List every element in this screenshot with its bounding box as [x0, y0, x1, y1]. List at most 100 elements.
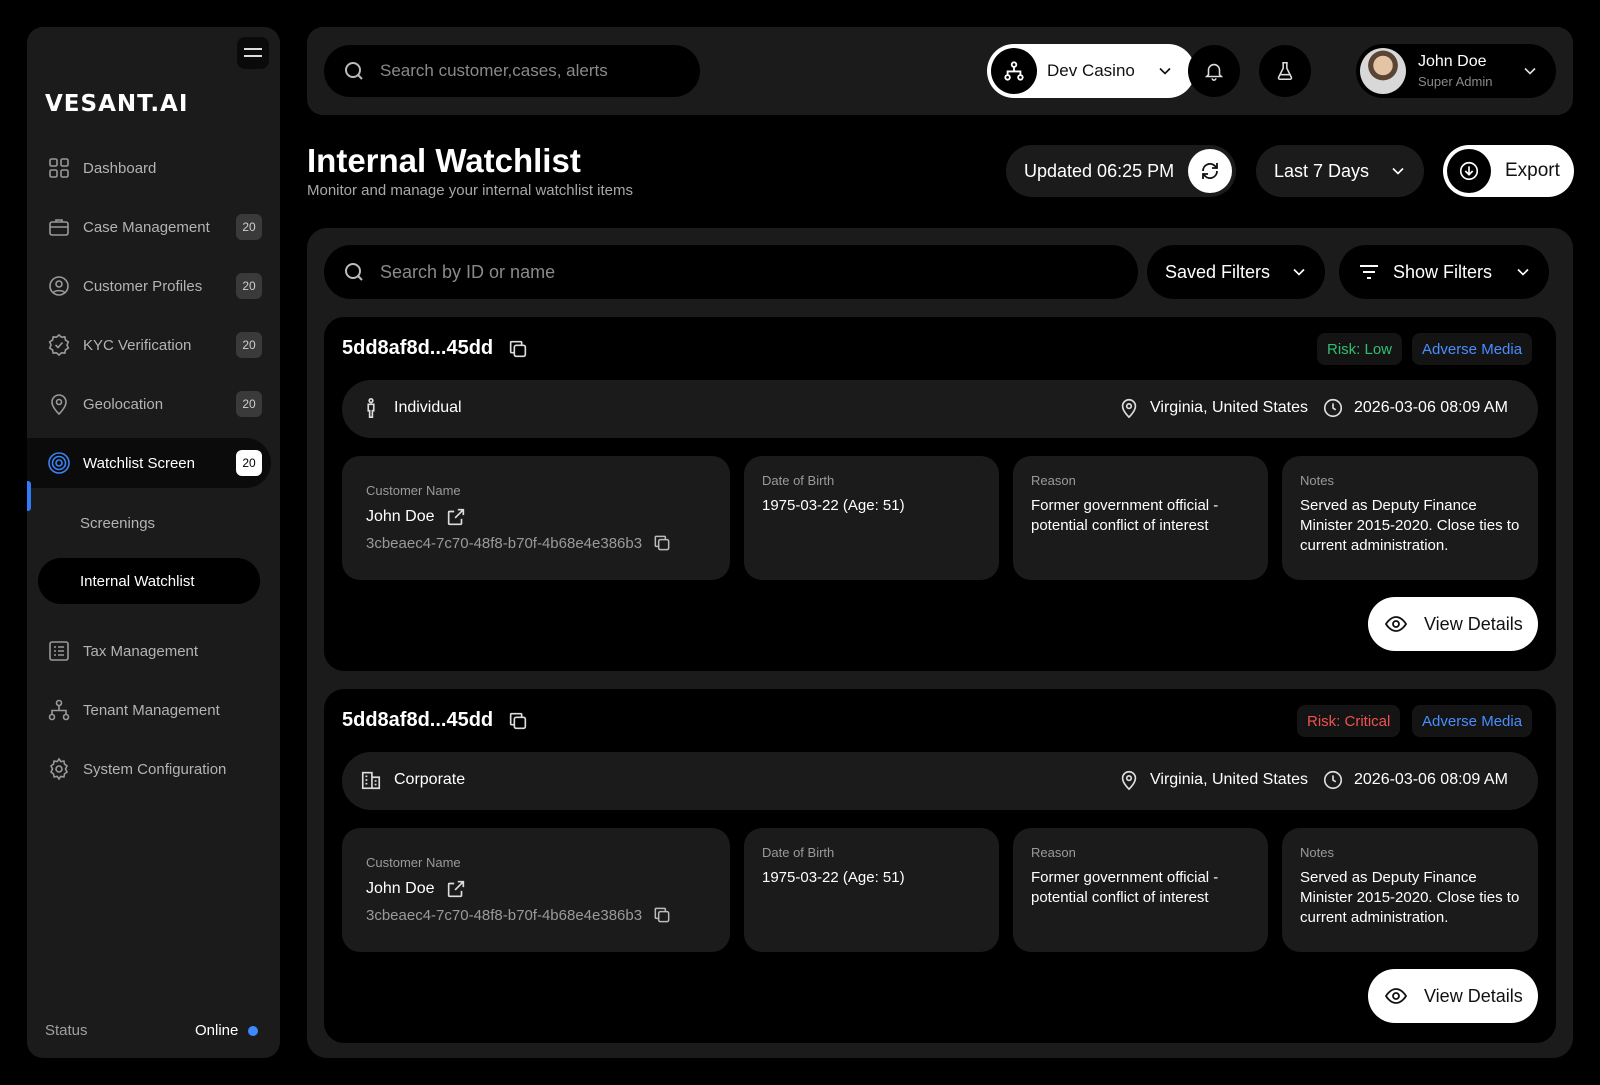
view-details-button[interactable]: View Details — [1368, 597, 1538, 651]
sidebar: VESANT.AI Dashboard Case Management 20 C… — [27, 27, 280, 1058]
customer-name-label: Customer Name — [366, 483, 461, 498]
copy-icon[interactable] — [507, 710, 529, 732]
sidebar-item-customer-profiles[interactable]: Customer Profiles 20 — [27, 261, 280, 311]
sidebar-item-dashboard[interactable]: Dashboard — [27, 143, 280, 193]
sidebar-item-tenant-management[interactable]: Tenant Management — [27, 685, 280, 735]
tenant-name: Dev Casino — [1047, 61, 1135, 80]
external-link-icon[interactable] — [445, 878, 467, 900]
target-icon — [48, 452, 70, 474]
lab-button[interactable] — [1259, 45, 1311, 97]
chevron-down-icon — [1159, 67, 1171, 75]
count-badge: 20 — [236, 273, 262, 299]
watchlist-panel: Search by ID or name Saved Filters Show … — [307, 228, 1573, 1058]
hierarchy-icon — [48, 699, 70, 721]
filter-icon — [1360, 265, 1378, 279]
entry-type: Individual — [360, 397, 462, 419]
user-menu[interactable]: John Doe Super Admin — [1356, 44, 1556, 98]
period-value: Last 7 Days — [1274, 160, 1370, 181]
entry-datetime: 2026-03-06 08:09 AM — [1322, 397, 1508, 419]
customer-name: John Doe — [366, 508, 435, 525]
search-icon — [345, 62, 363, 80]
watchlist-search-input[interactable]: Search by ID or name — [324, 245, 1138, 299]
customer-id-row: 3cbeaec4-7c70-48f8-b70f-4b68e4e386b3 — [366, 905, 672, 925]
gear-icon — [49, 757, 69, 781]
top-bar: Search customer,cases, alerts Dev Casino… — [307, 27, 1573, 115]
count-badge: 20 — [236, 332, 262, 358]
entry-id-text: 5dd8af8d...45dd — [342, 337, 494, 359]
user-name: John Doe — [1418, 53, 1487, 70]
entry-location: Virginia, United States — [1118, 769, 1308, 791]
entry-type: Corporate — [360, 769, 465, 791]
notifications-button[interactable] — [1188, 45, 1240, 97]
sidebar-item-label: Customer Profiles — [83, 277, 203, 295]
tax-list-icon — [49, 641, 69, 661]
sidebar-item-label: Case Management — [83, 218, 210, 236]
dob-label: Date of Birth — [762, 845, 835, 860]
dob-label: Date of Birth — [762, 473, 835, 488]
verified-badge-icon — [48, 333, 70, 357]
sidebar-item-label: Geolocation — [83, 395, 164, 413]
count-badge: 20 — [236, 214, 262, 240]
view-details-button[interactable]: View Details — [1368, 969, 1538, 1023]
active-indicator — [27, 481, 31, 511]
customer-id-row: 3cbeaec4-7c70-48f8-b70f-4b68e4e386b3 — [366, 533, 672, 553]
sidebar-item-kyc-verification[interactable]: KYC Verification 20 — [27, 320, 280, 370]
view-details-label: View Details — [1424, 613, 1523, 634]
eye-icon — [1384, 616, 1408, 632]
map-pin-icon — [1121, 770, 1137, 791]
count-badge: 20 — [236, 450, 262, 476]
updated-text: Updated 06:25 PM — [1024, 160, 1175, 181]
sidebar-item-case-management[interactable]: Case Management 20 — [27, 202, 280, 252]
sidebar-item-label: Tax Management — [83, 642, 199, 660]
period-dropdown[interactable]: Last 7 Days — [1256, 145, 1424, 197]
sidebar-subitem-internal-watchlist[interactable]: Internal Watchlist — [38, 558, 260, 604]
copy-icon[interactable] — [507, 338, 529, 360]
sidebar-item-label: Dashboard — [83, 159, 157, 177]
category-badge: Adverse Media — [1412, 705, 1533, 737]
entry-location-text: Virginia, United States — [1150, 771, 1309, 788]
export-button[interactable]: Export — [1443, 145, 1574, 197]
reason-label: Reason — [1031, 845, 1076, 860]
menu-toggle-button[interactable] — [237, 37, 269, 69]
notes-value: Served as Deputy Finance Minister 2015-2… — [1300, 497, 1520, 554]
dob-card: Date of Birth 1975-03-22 (Age: 51) — [744, 456, 999, 580]
risk-badge: Risk: Critical — [1297, 705, 1401, 737]
chevron-down-icon — [1524, 67, 1536, 75]
show-filters-dropdown[interactable]: Show Filters — [1339, 245, 1549, 299]
sidebar-item-geolocation[interactable]: Geolocation 20 — [27, 379, 280, 429]
customer-name-row: John Doe — [366, 878, 467, 900]
tenant-selector[interactable]: Dev Casino — [987, 44, 1195, 98]
hierarchy-icon — [991, 48, 1037, 94]
refresh-button[interactable] — [1188, 149, 1232, 193]
copy-icon[interactable] — [652, 533, 672, 553]
page-title: Internal Watchlist — [307, 142, 581, 179]
sidebar-item-system-configuration[interactable]: System Configuration — [27, 744, 280, 794]
user-role: Super Admin — [1418, 74, 1493, 89]
search-placeholder: Search customer,cases, alerts — [380, 61, 608, 80]
copy-icon[interactable] — [652, 905, 672, 925]
status-indicator: Online — [195, 1022, 259, 1039]
category-badge: Adverse Media — [1412, 333, 1533, 365]
flask-icon — [1277, 61, 1293, 81]
sidebar-subitem-screenings[interactable]: Screenings — [80, 515, 155, 532]
clock-icon — [1323, 398, 1343, 418]
avatar — [1360, 48, 1406, 94]
reason-value: Former government official - potential c… — [1031, 497, 1219, 534]
reason-label: Reason — [1031, 473, 1076, 488]
external-link-icon[interactable] — [445, 506, 467, 528]
status-label: Status — [45, 1022, 88, 1039]
clock-icon — [1323, 770, 1343, 790]
chevron-down-icon — [1517, 268, 1529, 276]
hamburger-icon — [244, 48, 262, 57]
global-search-input[interactable]: Search customer,cases, alerts — [324, 45, 700, 97]
sidebar-item-watchlist-screen[interactable]: Watchlist Screen 20 — [27, 438, 271, 488]
logo: VESANT.AI — [45, 91, 189, 117]
entry-id: 5dd8af8d...45dd — [342, 709, 529, 732]
status-value: Online — [195, 1022, 239, 1039]
dob-value: 1975-03-22 (Age: 51) — [762, 497, 905, 514]
saved-filters-label: Saved Filters — [1165, 261, 1271, 282]
saved-filters-dropdown[interactable]: Saved Filters — [1147, 245, 1325, 299]
last-updated: Updated 06:25 PM — [1006, 145, 1236, 197]
sidebar-item-tax-management[interactable]: Tax Management — [27, 626, 280, 676]
customer-name: John Doe — [366, 880, 435, 897]
